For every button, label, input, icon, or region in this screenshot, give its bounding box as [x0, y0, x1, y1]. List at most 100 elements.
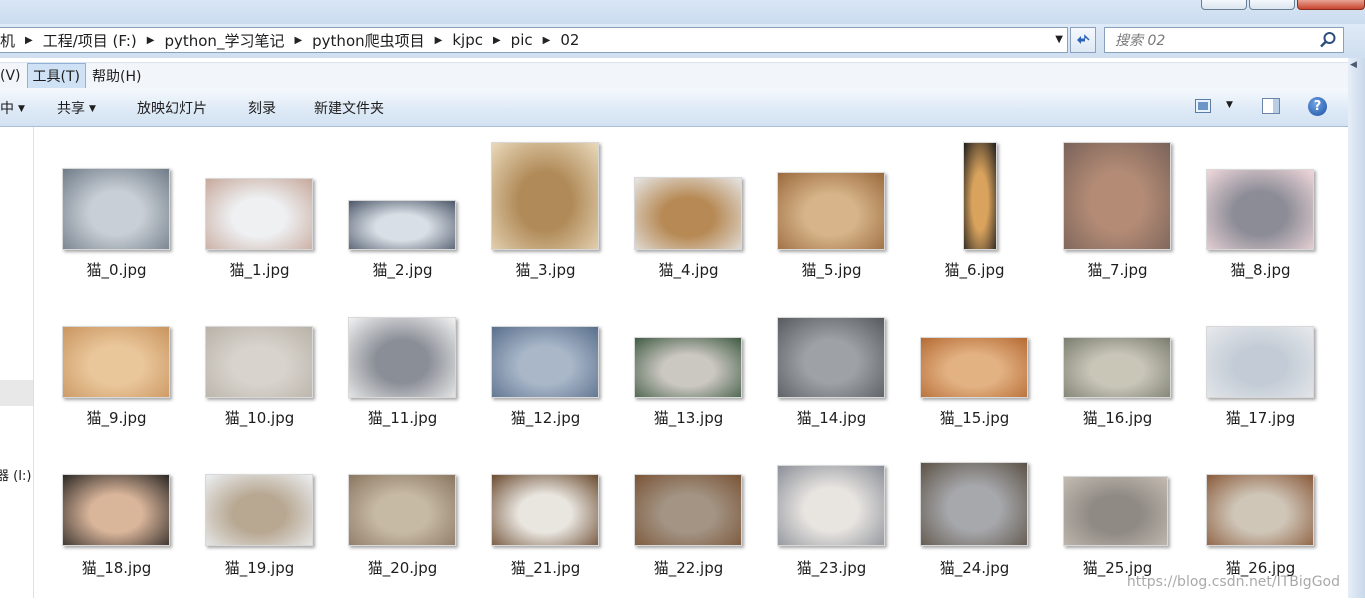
chevron-right-icon[interactable]: ▶: [539, 35, 555, 46]
chevron-left-icon[interactable]: ◀: [1350, 60, 1362, 72]
image-thumbnail[interactable]: [1206, 474, 1314, 546]
image-thumbnail[interactable]: [777, 172, 885, 250]
organize-button[interactable]: 中 ▼: [0, 98, 25, 118]
chevron-right-icon[interactable]: ▶: [143, 35, 159, 46]
image-thumbnail[interactable]: [777, 317, 885, 398]
image-thumbnail[interactable]: [920, 337, 1028, 398]
image-thumbnail[interactable]: [634, 177, 742, 250]
menu-tools[interactable]: 工具(T): [26, 63, 86, 89]
image-thumbnail[interactable]: [491, 326, 599, 398]
image-thumbnail[interactable]: [634, 337, 742, 398]
chevron-down-icon[interactable]: ▼: [1055, 34, 1063, 45]
chevron-right-icon[interactable]: ▶: [431, 35, 447, 46]
chevron-right-icon[interactable]: ▶: [290, 35, 306, 46]
file-item[interactable]: 猫_20.jpg: [348, 462, 491, 607]
breadcrumb-current[interactable]: 02: [554, 31, 585, 49]
organize-label: 中: [0, 101, 14, 117]
minimize-button[interactable]: [1201, 0, 1247, 10]
file-item[interactable]: 猫_14.jpg: [777, 312, 920, 457]
new-folder-button[interactable]: 新建文件夹: [314, 98, 384, 118]
breadcrumb-kjpc[interactable]: kjpc: [446, 31, 489, 49]
image-thumbnail[interactable]: [62, 168, 170, 250]
breadcrumb-crawler[interactable]: python爬虫项目: [306, 30, 430, 51]
image-thumbnail[interactable]: [1206, 326, 1314, 398]
file-item[interactable]: 猫_9.jpg: [62, 312, 205, 457]
file-item[interactable]: 猫_21.jpg: [491, 462, 634, 607]
share-label: 共享: [57, 101, 85, 117]
chevron-right-icon[interactable]: ▶: [489, 35, 505, 46]
image-thumbnail[interactable]: [348, 200, 456, 250]
search-input[interactable]: 搜索 02: [1104, 27, 1344, 53]
image-thumbnail[interactable]: [1063, 142, 1171, 250]
image-thumbnail[interactable]: [205, 326, 313, 398]
file-item[interactable]: 猫_8.jpg: [1206, 137, 1349, 282]
breadcrumb-notes[interactable]: python_学习笔记: [158, 30, 290, 51]
menu-help[interactable]: 帮助(H): [86, 63, 147, 89]
breadcrumb-pic[interactable]: pic: [505, 31, 539, 49]
image-thumbnail[interactable]: [1063, 337, 1171, 398]
file-item[interactable]: 猫_18.jpg: [62, 462, 205, 607]
file-view: https://blog.csdn.net/ITBigGod 猫_0.jpg 猫_…: [34, 127, 1348, 598]
chevron-down-icon[interactable]: ▼: [1226, 100, 1233, 110]
window-title-bar: [0, 0, 1365, 24]
file-name: 猫_1.jpg: [229, 261, 290, 279]
image-thumbnail[interactable]: [62, 474, 170, 546]
image-thumbnail[interactable]: [634, 474, 742, 546]
file-item[interactable]: 猫_13.jpg: [634, 312, 777, 457]
file-item[interactable]: 猫_25.jpg: [1063, 462, 1206, 607]
file-item[interactable]: 猫_5.jpg: [777, 137, 920, 282]
maximize-button[interactable]: [1249, 0, 1295, 10]
burn-button[interactable]: 刻录: [248, 98, 276, 118]
image-thumbnail[interactable]: [62, 326, 170, 398]
slideshow-button[interactable]: 放映幻灯片: [137, 98, 207, 118]
file-item[interactable]: 猫_4.jpg: [634, 137, 777, 282]
file-item[interactable]: 猫_23.jpg: [777, 462, 920, 607]
image-thumbnail[interactable]: [205, 178, 313, 250]
image-thumbnail[interactable]: [1063, 476, 1168, 546]
right-scrollbar[interactable]: ◀: [1348, 58, 1365, 598]
image-thumbnail[interactable]: [1206, 169, 1314, 250]
file-item[interactable]: 猫_10.jpg: [205, 312, 348, 457]
file-item[interactable]: 猫_2.jpg: [348, 137, 491, 282]
file-item[interactable]: 猫_7.jpg: [1063, 137, 1206, 282]
image-thumbnail[interactable]: [205, 474, 313, 546]
file-item[interactable]: 猫_6.jpg: [920, 137, 1063, 282]
breadcrumb-computer[interactable]: 机: [0, 30, 21, 51]
file-name: 猫_8.jpg: [1230, 261, 1291, 279]
nav-drive-item[interactable]: 器 (I:): [0, 465, 32, 484]
chevron-right-icon[interactable]: ▶: [21, 35, 37, 46]
image-thumbnail[interactable]: [777, 465, 885, 546]
change-view-icon[interactable]: [1195, 99, 1211, 113]
file-name: 猫_19.jpg: [224, 559, 295, 577]
address-bar[interactable]: 机 ▶ 工程/项目 (F:) ▶ python_学习笔记 ▶ python爬虫项…: [0, 27, 1068, 53]
image-thumbnail[interactable]: [348, 474, 456, 546]
file-item[interactable]: 猫_3.jpg: [491, 137, 634, 282]
share-button[interactable]: 共享 ▼: [57, 98, 96, 118]
image-thumbnail[interactable]: [491, 142, 599, 250]
file-item[interactable]: 猫_1.jpg: [205, 137, 348, 282]
close-button[interactable]: [1297, 0, 1365, 10]
file-item[interactable]: 猫_0.jpg: [62, 137, 205, 282]
image-thumbnail[interactable]: [491, 474, 599, 546]
file-item[interactable]: 猫_22.jpg: [634, 462, 777, 607]
image-thumbnail[interactable]: [348, 317, 456, 398]
file-item[interactable]: 猫_19.jpg: [205, 462, 348, 607]
chevron-down-icon: ▼: [18, 104, 25, 114]
image-thumbnail[interactable]: [963, 142, 997, 250]
help-icon[interactable]: ?: [1308, 97, 1327, 116]
file-item[interactable]: 猫_26.jpg: [1206, 462, 1349, 607]
file-item[interactable]: 猫_17.jpg: [1206, 312, 1349, 457]
file-item[interactable]: 猫_16.jpg: [1063, 312, 1206, 457]
breadcrumb-drive[interactable]: 工程/项目 (F:): [37, 30, 143, 51]
search-icon[interactable]: [1319, 31, 1337, 49]
image-thumbnail[interactable]: [920, 462, 1028, 546]
file-item[interactable]: 猫_24.jpg: [920, 462, 1063, 607]
preview-pane-icon[interactable]: [1262, 98, 1280, 114]
file-item[interactable]: 猫_15.jpg: [920, 312, 1063, 457]
refresh-button[interactable]: [1070, 27, 1096, 53]
nav-selected-item[interactable]: [0, 380, 33, 406]
file-item[interactable]: 猫_12.jpg: [491, 312, 634, 457]
file-item[interactable]: 猫_11.jpg: [348, 312, 491, 457]
file-name: 猫_22.jpg: [653, 559, 724, 577]
menu-view[interactable]: (V): [0, 65, 27, 87]
